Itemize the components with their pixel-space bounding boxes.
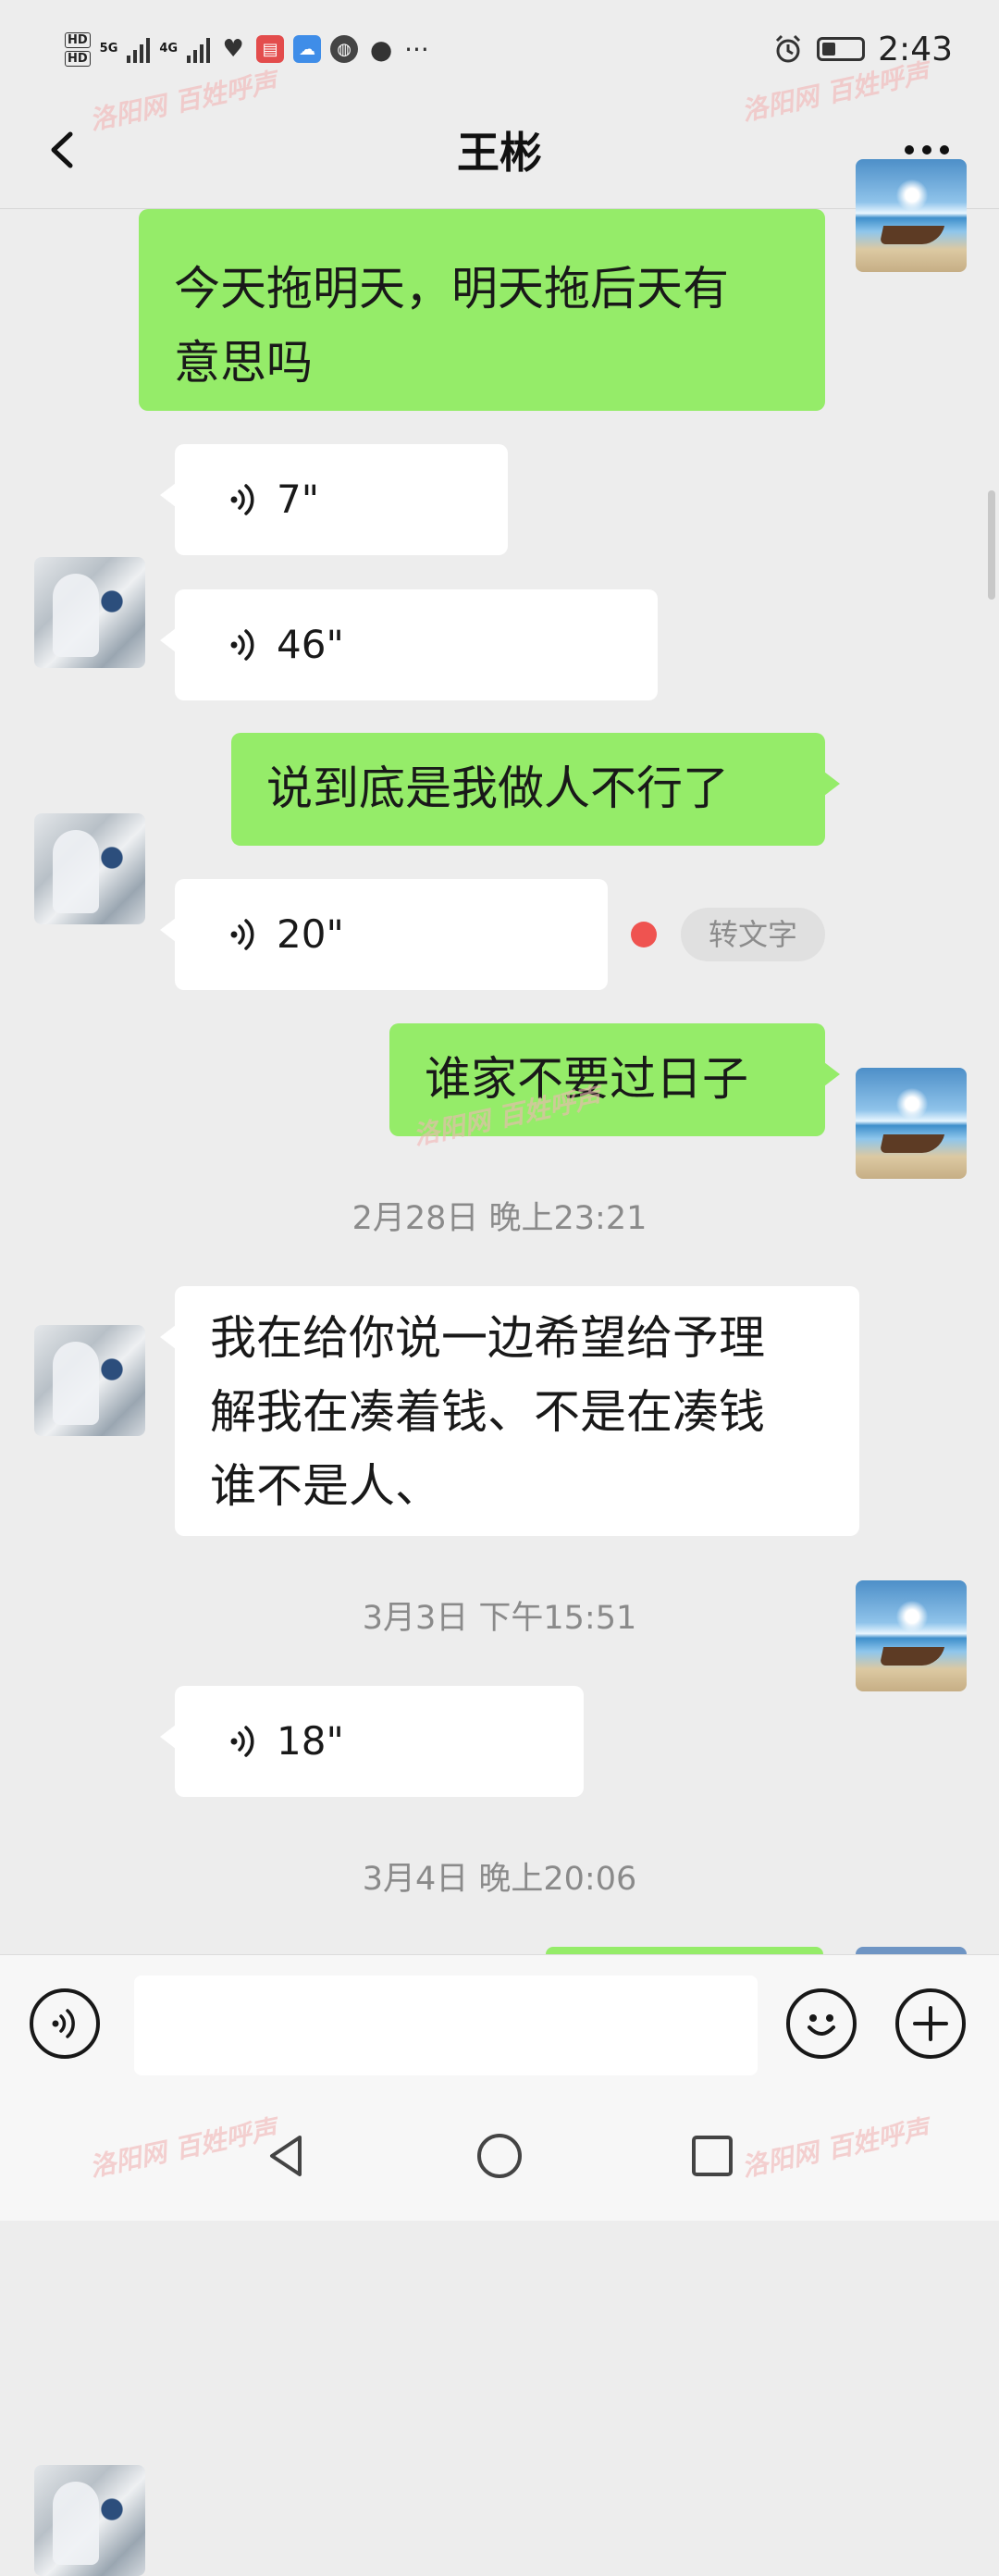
- self-avatar[interactable]: [856, 1068, 967, 1179]
- voice-mode-button[interactable]: [30, 1988, 100, 2059]
- voice-wave-icon: [230, 919, 254, 950]
- message-timestamp: 2月28日 晚上23:21: [352, 1200, 648, 1237]
- message-text: 解我在凑着钱、不是在凑钱: [210, 1385, 765, 1439]
- network-4g-label: 4G: [159, 42, 179, 56]
- more-dots-icon: [905, 145, 914, 155]
- message-text: 谁不是人、: [210, 1459, 441, 1513]
- message-text: 说到底是我做人不行了: [266, 762, 729, 815]
- signal-icon: [187, 35, 211, 63]
- message-bubble-self[interactable]: 今天拖明天，明天拖后天有 意思吗: [139, 209, 825, 411]
- message-timestamp: 3月4日 晚上20:06: [362, 1861, 637, 1898]
- input-bar: [0, 1954, 999, 2092]
- voice-message[interactable]: 46": [160, 589, 658, 700]
- health-icon: ♥: [222, 35, 244, 63]
- message-bubble-other[interactable]: 我在给你说一边希望给予理 解我在凑着钱、不是在凑钱 谁不是人、: [160, 1286, 859, 1536]
- book-app-icon: ▤: [256, 35, 285, 63]
- voice-duration: 46": [277, 622, 344, 667]
- more-functions-button[interactable]: [895, 1988, 966, 2059]
- cloud-icon: ☁: [293, 35, 322, 63]
- contact-avatar[interactable]: [34, 813, 145, 924]
- chat-bubble-icon: ●: [369, 33, 393, 65]
- status-left-icons: HD HD 5G 4G ♥ ▤ ☁ ◍ ● ···: [65, 26, 429, 72]
- scrollbar-thumb[interactable]: [988, 490, 995, 600]
- voice-mode-icon: [52, 2009, 75, 2038]
- self-avatar-partial[interactable]: [856, 1947, 967, 1954]
- unread-dot: [631, 922, 657, 947]
- message-text: 意思吗: [174, 336, 313, 390]
- message-input[interactable]: [134, 1975, 758, 2075]
- battery-icon: [817, 37, 866, 61]
- voice-message[interactable]: 7": [160, 444, 508, 555]
- browser-icon: ◍: [330, 35, 359, 63]
- voice-wave-icon: [230, 1726, 254, 1757]
- message-text: 今天拖明天，明天拖后天有: [174, 262, 729, 316]
- voice-wave-icon: [230, 629, 254, 661]
- hd-badge: HD: [65, 31, 91, 48]
- message-bubble-self-partial[interactable]: [546, 1947, 823, 1954]
- voice-duration: 20": [277, 911, 344, 957]
- message-bubble-self[interactable]: 说到底是我做人不行了: [231, 733, 840, 846]
- network-5g-label: 5G: [99, 42, 118, 56]
- message-timestamp: 3月3日 下午15:51: [362, 1600, 637, 1637]
- signal-icon: [127, 35, 151, 63]
- voice-wave-icon: [230, 484, 254, 515]
- contact-name: 王彬: [457, 128, 542, 178]
- emoji-icon: [808, 2014, 835, 2036]
- voice-duration: 18": [277, 1718, 344, 1764]
- nav-home-icon[interactable]: [472, 2128, 527, 2184]
- contact-avatar[interactable]: [34, 2465, 145, 2576]
- nav-recents-icon[interactable]: [684, 2128, 740, 2184]
- voice-message[interactable]: 20": [160, 879, 608, 990]
- alarm-icon: [776, 34, 801, 63]
- voice-message[interactable]: 18": [160, 1686, 584, 1797]
- voice-duration: 7": [277, 477, 320, 522]
- more-notifications-icon: ···: [404, 33, 429, 65]
- transcribe-button[interactable]: 转文字: [681, 908, 825, 961]
- contact-avatar[interactable]: [34, 557, 145, 668]
- plus-icon: [913, 2006, 948, 2041]
- contact-avatar[interactable]: [34, 1325, 145, 1436]
- hd-badge: HD: [65, 50, 91, 67]
- emoji-button[interactable]: [786, 1988, 857, 2059]
- self-avatar[interactable]: [856, 159, 967, 272]
- message-text: 我在给你说一边希望给予理: [210, 1311, 765, 1365]
